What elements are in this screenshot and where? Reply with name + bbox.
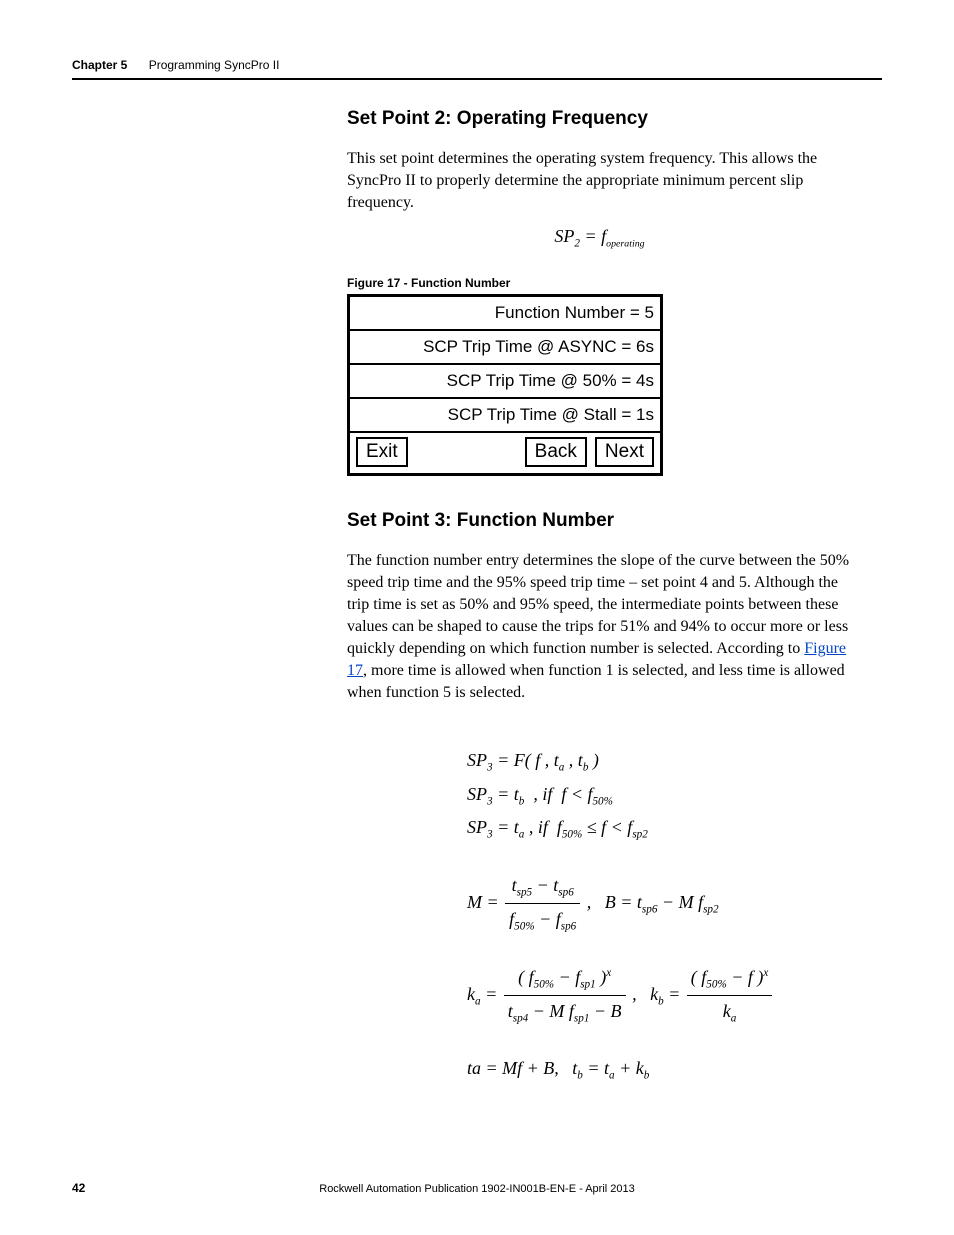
sp3-equations-block-1: SP3 = F( f , ta , tb ) SP3 = tb , if f <… — [467, 746, 852, 844]
eq-ta-tb: ta = Mf + B, tb = ta + kb — [467, 1054, 852, 1085]
publication-footer: Rockwell Automation Publication 1902-IN0… — [72, 1183, 882, 1195]
screen-button-row: Exit Back Next — [350, 433, 660, 473]
sp3-equations-block-3: ka = ( f50% − fsp1 )x tsp4 − M fsp1 − B … — [467, 963, 852, 1029]
figure17-caption: Figure 17 - Function Number — [347, 276, 882, 290]
function-number-screen: Function Number = 5 SCP Trip Time @ ASYN… — [347, 294, 663, 476]
sp3-body-pre: The function number entry determines the… — [347, 552, 849, 657]
eq-sp3-line2: SP3 = tb , if f < f50% — [467, 780, 852, 811]
exit-button[interactable]: Exit — [356, 437, 408, 467]
sp3-equations-block-2: M = tsp5 − tsp6 f50% − fsp6 , B = tsp6 −… — [467, 871, 852, 937]
button-spacer — [416, 437, 517, 467]
back-button[interactable]: Back — [525, 437, 587, 467]
sp3-body-post: , more time is allowed when function 1 i… — [347, 662, 845, 701]
screen-row-function-number: Function Number = 5 — [350, 297, 660, 331]
sp2-equation: SP2 = foperating — [347, 226, 852, 250]
eq-M-B: M = tsp5 − tsp6 f50% − fsp6 , B = tsp6 −… — [467, 871, 852, 937]
chapter-label: Chapter 5 — [72, 58, 127, 72]
sp3-equations-block-4: ta = Mf + B, tb = ta + kb — [467, 1054, 852, 1085]
screen-row-stall: SCP Trip Time @ Stall = 1s — [350, 399, 660, 433]
sp3-body: The function number entry determines the… — [347, 550, 852, 705]
chapter-title: Programming SyncPro II — [149, 58, 280, 72]
sp2-body: This set point determines the operating … — [347, 148, 852, 214]
sp2-heading: Set Point 2: Operating Frequency — [347, 108, 852, 130]
screen-row-async: SCP Trip Time @ ASYNC = 6s — [350, 331, 660, 365]
screen-row-50pct: SCP Trip Time @ 50% = 4s — [350, 365, 660, 399]
next-button[interactable]: Next — [595, 437, 654, 467]
eq-sp3-line3: SP3 = ta , if f50% ≤ f < fsp2 — [467, 813, 852, 844]
eq-ka-kb: ka = ( f50% − fsp1 )x tsp4 − M fsp1 − B … — [467, 963, 852, 1029]
sp3-heading: Set Point 3: Function Number — [347, 510, 852, 532]
running-header: Chapter 5 Programming SyncPro II — [72, 58, 882, 80]
eq-sp3-line1: SP3 = F( f , ta , tb ) — [467, 746, 852, 777]
